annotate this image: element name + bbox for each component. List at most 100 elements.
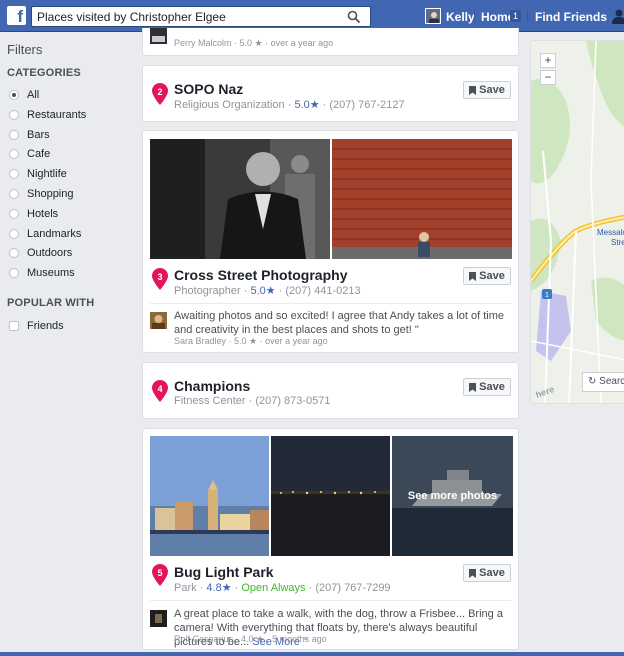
filter-label: Cafe (27, 148, 51, 161)
radio-button[interactable] (9, 268, 19, 279)
radio-button[interactable] (9, 189, 19, 199)
friend-requests-icon[interactable] (612, 8, 624, 24)
filter-label: Restaurants (27, 108, 87, 121)
user-avatar[interactable] (425, 8, 441, 24)
filters-sidebar: Filters CATEGORIES All Restaurants Bars Caf… (0, 32, 138, 656)
save-button[interactable]: Save (463, 267, 511, 285)
radio-button[interactable] (9, 129, 19, 140)
profile-link[interactable]: Kelly (446, 10, 475, 24)
filter-category-outdoors[interactable]: Outdoors (9, 246, 72, 260)
place-card[interactable]: 3 Cross Street Photography Photographer … (142, 130, 519, 353)
place-photo[interactable] (150, 436, 269, 556)
bottom-edge-bar (0, 652, 624, 656)
radio-button[interactable] (9, 149, 19, 160)
zoom-in-button[interactable]: + (540, 53, 556, 68)
place-name-link[interactable]: Cross Street Photography (174, 267, 347, 283)
checkbox[interactable] (9, 321, 19, 331)
place-photo[interactable] (271, 436, 390, 556)
place-category[interactable]: Fitness Center (174, 395, 246, 407)
save-button[interactable]: Save (463, 378, 511, 396)
map-pin-icon: 5 (152, 564, 168, 586)
zoom-out-button[interactable]: − (540, 70, 556, 85)
place-rating[interactable]: 4.8★ (206, 582, 231, 594)
reviewer-avatar[interactable] (150, 28, 167, 44)
divider (150, 303, 511, 304)
place-meta: Park · 4.8★ · Open Always · (207) 767-72… (174, 582, 391, 594)
radio-button[interactable] (9, 109, 19, 120)
map-panel[interactable]: 1 Messalo Stre here + − ↻ Searc (530, 40, 624, 404)
place-name-link[interactable]: Bug Light Park (174, 564, 274, 580)
find-friends-link[interactable]: Find Friends (535, 10, 607, 24)
search-this-area-button[interactable]: ↻ Searc (582, 372, 624, 392)
pin-number: 2 (157, 87, 163, 97)
save-button[interactable]: Save (463, 564, 511, 582)
review-author[interactable]: Rolf Casparius (174, 634, 233, 644)
place-rating[interactable]: 5.0★ (250, 285, 275, 297)
search-area-label: Searc (599, 376, 624, 387)
place-photo[interactable] (150, 139, 330, 259)
review-author[interactable]: Sara Bradley (174, 336, 226, 346)
radio-button[interactable] (9, 208, 19, 219)
place-card[interactable]: See more photos 5 Bug Light Park Park · … (142, 428, 519, 650)
review-author[interactable]: Perry Malcolm (174, 38, 232, 48)
place-category[interactable]: Photographer (174, 285, 241, 297)
place-card-partial[interactable]: Perry Malcolm · 5.0 ★ · over a year ago (142, 28, 519, 56)
search-input[interactable]: Places visited by Christopher Elgee (31, 6, 371, 27)
place-name-link[interactable]: Champions (174, 378, 250, 394)
divider (150, 600, 511, 601)
filter-category-restaurants[interactable]: Restaurants (9, 108, 86, 122)
filter-label: Museums (27, 267, 75, 280)
search-icon[interactable] (347, 10, 361, 24)
home-notification-badge: 1 (510, 10, 521, 22)
filter-label: Hotels (27, 207, 59, 220)
radio-button[interactable] (9, 169, 19, 180)
filter-category-shopping[interactable]: Shopping (9, 187, 74, 201)
filter-friends-checkbox[interactable]: Friends (9, 319, 64, 333)
nav-divider (474, 9, 475, 23)
filter-category-museums[interactable]: Museums (9, 266, 75, 280)
radio-button[interactable] (9, 228, 19, 239)
place-phone: (207) 767-7299 (315, 582, 391, 594)
place-meta: Religious Organization · 5.0★ · (207) 76… (174, 99, 405, 111)
place-open-status: Open Always (241, 582, 306, 594)
pin-number: 5 (157, 568, 163, 578)
save-button-label: Save (479, 270, 505, 282)
map-pin-icon: 2 (152, 83, 168, 105)
radio-button[interactable] (9, 248, 19, 259)
place-rating[interactable]: 5.0★ (294, 99, 319, 111)
filter-category-landmarks[interactable]: Landmarks (9, 227, 81, 241)
filters-title: Filters (7, 42, 43, 57)
filter-category-nightlife[interactable]: Nightlife (9, 167, 67, 181)
filter-category-all[interactable]: All (9, 88, 39, 102)
bookmark-icon (469, 568, 477, 578)
reviewer-avatar[interactable] (150, 610, 167, 627)
facebook-logo-icon[interactable]: f (7, 6, 26, 25)
filter-category-cafe[interactable]: Cafe (9, 147, 50, 161)
review-rating: 4.0 ★ (241, 634, 265, 644)
place-card[interactable]: 2 SOPO Naz Religious Organization · 5.0★… (142, 65, 519, 122)
filter-category-hotels[interactable]: Hotels (9, 207, 58, 221)
bookmark-icon (469, 271, 477, 281)
review-time: 5 months ago (272, 634, 327, 644)
review-rating: 5.0 ★ (234, 336, 258, 346)
review-time: over a year ago (270, 38, 334, 48)
see-more-photos-tile[interactable]: See more photos (392, 436, 513, 556)
filter-category-bars[interactable]: Bars (9, 128, 50, 142)
place-photo[interactable] (332, 139, 512, 259)
search-input-value: Places visited by Christopher Elgee (37, 10, 226, 24)
review-meta: Perry Malcolm · 5.0 ★ · over a year ago (174, 38, 334, 48)
radio-button[interactable] (9, 90, 19, 100)
map-canvas[interactable]: 1 Messalo Stre here (531, 41, 624, 404)
pin-number: 4 (157, 384, 163, 394)
place-category[interactable]: Park (174, 582, 197, 594)
place-phone: (207) 441-0213 (285, 285, 361, 297)
place-card[interactable]: 4 Champions Fitness Center · (207) 873-0… (142, 362, 519, 419)
filter-label: Landmarks (27, 227, 82, 240)
reviewer-avatar[interactable] (150, 312, 167, 329)
place-category[interactable]: Religious Organization (174, 99, 285, 111)
bookmark-icon (469, 382, 477, 392)
review-rating: 5.0 ★ (239, 38, 263, 48)
place-name-link[interactable]: SOPO Naz (174, 81, 243, 97)
see-more-photos-label[interactable]: See more photos (392, 436, 513, 556)
save-button[interactable]: Save (463, 81, 511, 99)
